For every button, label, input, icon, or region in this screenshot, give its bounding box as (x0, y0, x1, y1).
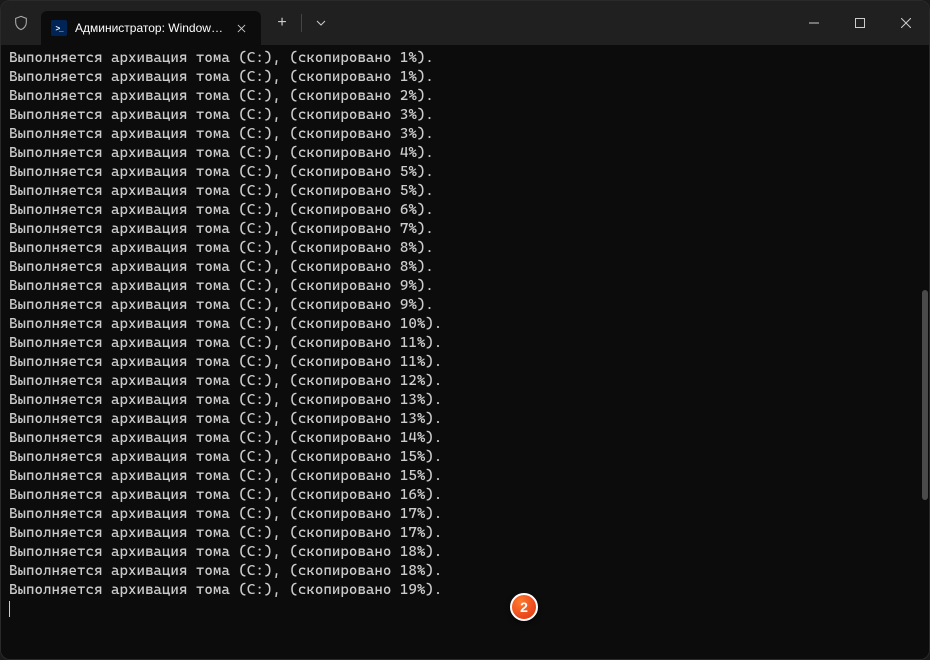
terminal-line: Выполняется архивация тома (C:), (скопир… (9, 353, 921, 372)
chevron-down-icon (316, 18, 326, 28)
tab-divider (301, 14, 302, 32)
terminal-line: Выполняется архивация тома (C:), (скопир… (9, 163, 921, 182)
terminal-line: Выполняется архивация тома (C:), (скопир… (9, 49, 921, 68)
tab-dropdown-button[interactable] (306, 8, 336, 38)
shield-icon-wrap (1, 1, 41, 45)
terminal-line: Выполняется архивация тома (C:), (скопир… (9, 410, 921, 429)
terminal-line: Выполняется архивация тома (C:), (скопир… (9, 106, 921, 125)
new-tab-button[interactable]: + (267, 8, 297, 38)
annotation-number: 2 (520, 599, 528, 615)
terminal-line: Выполняется архивация тома (C:), (скопир… (9, 524, 921, 543)
terminal-line: Выполняется архивация тома (C:), (скопир… (9, 277, 921, 296)
titlebar-left: Администратор: Windows Po + (1, 1, 791, 45)
terminal-line: Выполняется архивация тома (C:), (скопир… (9, 144, 921, 163)
terminal-line: Выполняется архивация тома (C:), (скопир… (9, 543, 921, 562)
terminal-line: Выполняется архивация тома (C:), (скопир… (9, 486, 921, 505)
scrollbar-thumb[interactable] (922, 290, 928, 500)
window-controls (791, 1, 929, 45)
terminal-line: Выполняется архивация тома (C:), (скопир… (9, 220, 921, 239)
terminal-window: Администратор: Windows Po + (0, 0, 930, 660)
terminal-line: Выполняется архивация тома (C:), (скопир… (9, 505, 921, 524)
terminal-line: Выполняется архивация тома (C:), (скопир… (9, 429, 921, 448)
terminal-line: Выполняется архивация тома (C:), (скопир… (9, 68, 921, 87)
annotation-badge: 2 (510, 593, 538, 621)
terminal-line: Выполняется архивация тома (C:), (скопир… (9, 372, 921, 391)
terminal-line: Выполняется архивация тома (C:), (скопир… (9, 562, 921, 581)
terminal-line: Выполняется архивация тома (C:), (скопир… (9, 239, 921, 258)
terminal-line: Выполняется архивация тома (C:), (скопир… (9, 182, 921, 201)
minimize-button[interactable] (791, 1, 837, 45)
terminal-line: Выполняется архивация тома (C:), (скопир… (9, 125, 921, 144)
terminal-line: Выполняется архивация тома (C:), (скопир… (9, 581, 921, 600)
terminal-line: Выполняется архивация тома (C:), (скопир… (9, 334, 921, 353)
terminal-line: Выполняется архивация тома (C:), (скопир… (9, 448, 921, 467)
terminal-line: Выполняется архивация тома (C:), (скопир… (9, 258, 921, 277)
terminal-line: Выполняется архивация тома (C:), (скопир… (9, 296, 921, 315)
terminal-line: Выполняется архивация тома (C:), (скопир… (9, 315, 921, 334)
maximize-button[interactable] (837, 1, 883, 45)
active-tab[interactable]: Администратор: Windows Po (41, 11, 261, 45)
terminal-line: Выполняется архивация тома (C:), (скопир… (9, 391, 921, 410)
terminal-output[interactable]: Выполняется архивация тома (C:), (скопир… (1, 45, 929, 659)
close-window-button[interactable] (883, 1, 929, 45)
terminal-line: Выполняется архивация тома (C:), (скопир… (9, 467, 921, 486)
terminal-line: Выполняется архивация тома (C:), (скопир… (9, 87, 921, 106)
cursor (9, 601, 10, 617)
scrollbar[interactable] (922, 50, 928, 650)
close-tab-button[interactable] (233, 20, 249, 36)
powershell-icon (51, 20, 67, 36)
tab-title: Администратор: Windows Po (75, 21, 225, 35)
shield-icon (13, 15, 29, 31)
terminal-line: Выполняется архивация тома (C:), (скопир… (9, 201, 921, 220)
titlebar: Администратор: Windows Po + (1, 1, 929, 45)
